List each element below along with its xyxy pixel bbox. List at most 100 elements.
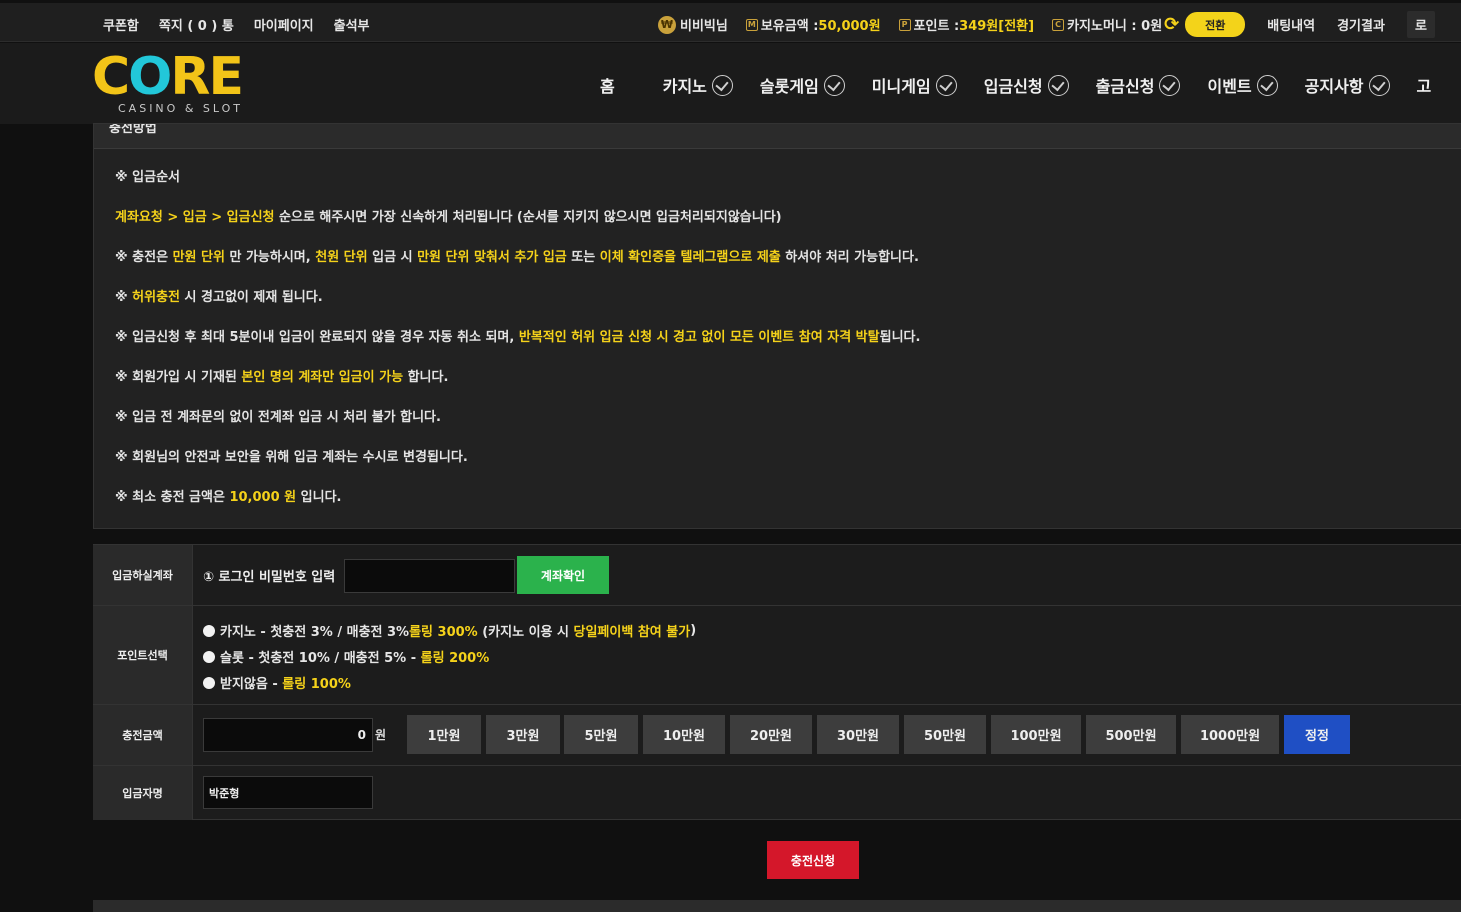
notice-text: ※ 충전은 (115, 250, 173, 265)
notice-line-5: ※ 입금신청 후 최대 5분이내 입금이 완료되지 않을 경우 자동 취소 되며… (115, 326, 920, 345)
refresh-icon[interactable]: ⟳ (1164, 14, 1179, 35)
nav-label: 출금신청 (1095, 77, 1155, 96)
depositor-row: 입금자명 (93, 766, 1461, 820)
mypage-link[interactable]: 마이페이지 (254, 15, 314, 34)
nav-label: 미니게임 (871, 77, 931, 96)
top-bar: 쿠폰함 쪽지 ( 0 ) 통 마이페이지 출석부 ₩ 비비빅님 M 보유금액 :… (0, 3, 1461, 42)
coin-icon: ₩ (658, 15, 676, 34)
password-input[interactable] (344, 559, 515, 593)
option-casino[interactable]: 카지노 - 첫충전 3% / 매충전 3% 롤링 300% (카지노 이용 시 … (203, 621, 696, 640)
depositor-input[interactable] (203, 776, 373, 809)
core-logo[interactable]: CORE CASINO & SLOT (92, 49, 254, 119)
nav-label: 입금신청 (983, 77, 1043, 96)
top-links: 쿠폰함 쪽지 ( 0 ) 통 마이페이지 출석부 (103, 15, 370, 34)
notice-text: 만원 단위 맞춰서 추가 입금 (417, 250, 567, 265)
nav-event[interactable]: 이벤트 (1207, 73, 1278, 97)
amount-input[interactable] (203, 718, 373, 752)
amount-1000man-button[interactable]: 1000만원 (1181, 715, 1279, 754)
nav-home[interactable]: 홈 (600, 73, 615, 97)
user-info: ₩ 비비빅님 (658, 15, 728, 34)
option-none[interactable]: 받지않음 - 롤링 100% (203, 673, 351, 692)
amount-label: 충전금액 (93, 705, 193, 765)
amount-row: 충전금액 원 1만원 3만원 5만원 10만원 20만원 30만원 50만원 1… (93, 705, 1461, 766)
notice-line-4: ※ 허위충전 시 경고없이 제재 됩니다. (115, 286, 323, 305)
nav-withdraw[interactable]: 출금신청 (1096, 73, 1181, 97)
notice-text: 또는 (566, 250, 600, 265)
table-header-strip (93, 900, 1461, 912)
bet-history-link[interactable]: 배팅내역 (1267, 15, 1315, 34)
account-content: ① 로그인 비밀번호 입력 계좌확인 (203, 545, 1453, 605)
option-text: 카지노 - 첫충전 3% / 매충전 3% (220, 625, 410, 640)
nav-label: 카지노 (662, 77, 707, 96)
notice-text: 이체 확인증을 텔레그램으로 제출 (599, 250, 781, 265)
depositor-content (203, 766, 1453, 820)
radio-button[interactable] (203, 624, 215, 637)
amount-100man-button[interactable]: 100만원 (991, 715, 1081, 754)
point-options: 카지노 - 첫충전 3% / 매충전 3% 롤링 300% (카지노 이용 시 … (203, 606, 1453, 704)
nav-deposit[interactable]: 입금신청 (984, 73, 1069, 97)
chevron-down-icon (935, 74, 957, 96)
amount-content: 원 1만원 3만원 5만원 10만원 20만원 30만원 50만원 100만원 … (203, 705, 1453, 765)
user-name: 비비빅님 (680, 19, 728, 34)
main-nav: 홈 카지노 슬롯게임 미니게임 입금신청 출금신청 이벤트 공지사항 고 (600, 73, 1431, 97)
nav-slot[interactable]: 슬롯게임 (760, 73, 845, 97)
radio-button[interactable] (203, 676, 215, 689)
point-value: 349원 (959, 19, 999, 34)
depositor-label: 입금자명 (93, 766, 193, 820)
point-label: 포인트 : (913, 19, 960, 34)
chevron-down-icon (1368, 74, 1390, 96)
notice-text: 합니다. (403, 370, 449, 385)
option-text: 당일페이백 참여 불가 (573, 625, 691, 640)
reset-button[interactable]: 정정 (1284, 715, 1350, 754)
amount-1man-button[interactable]: 1만원 (407, 715, 481, 754)
check-account-button[interactable]: 계좌확인 (517, 556, 609, 594)
point-convert-link[interactable]: [전환] (998, 15, 1034, 34)
nav-label: 이벤트 (1207, 77, 1252, 96)
option-slot[interactable]: 슬롯 - 첫충전 10% / 매충전 5% - 롤링 200% (203, 647, 489, 666)
amount-30man-button[interactable]: 30만원 (817, 715, 899, 754)
notice-text: ※ 회원가입 시 기재된 (115, 370, 242, 385)
amount-10man-button[interactable]: 10만원 (643, 715, 725, 754)
account-label: 입금하실계좌 (93, 545, 193, 605)
submit-deposit-button[interactable]: 충전신청 (767, 841, 859, 879)
notice-text: 계좌요청 > 입금 > 입금신청 (115, 210, 275, 225)
notice-line-8: ※ 회원님의 안전과 보안을 위해 입금 계좌는 수시로 변경됩니다. (115, 450, 468, 465)
nav-minigame[interactable]: 미니게임 (872, 73, 957, 97)
radio-button[interactable] (203, 650, 215, 663)
login-button[interactable]: 로 (1406, 11, 1435, 38)
chevron-down-icon (823, 74, 845, 96)
balance-label: 보유금액 : (760, 19, 819, 34)
attendance-link[interactable]: 출석부 (334, 15, 370, 34)
convert-button[interactable]: 전환 (1185, 12, 1246, 37)
account-status: ₩ 비비빅님 M 보유금액 : 50,000원 P 포인트 : 349원 [전환… (658, 11, 1435, 38)
message-link[interactable]: 쪽지 ( 0 ) 통 (159, 15, 234, 34)
amount-5man-button[interactable]: 5만원 (564, 715, 638, 754)
notice-line-9: ※ 최소 충전 금액은 10,000 원 입니다. (115, 486, 341, 505)
notice-text: ※ (115, 290, 133, 305)
nav-notice[interactable]: 공지사항 (1305, 73, 1390, 97)
amount-20man-button[interactable]: 20만원 (730, 715, 812, 754)
coupon-link[interactable]: 쿠폰함 (103, 15, 139, 34)
notice-line-6: ※ 회원가입 시 기재된 본인 명의 계좌만 입금이 가능 합니다. (115, 366, 448, 385)
option-text: ) (690, 623, 697, 638)
p-icon: P (898, 18, 911, 31)
notice-text: 천원 단위 (315, 250, 368, 265)
notice-line-1: ※ 입금순서 (115, 170, 181, 185)
point-info: P 포인트 : 349원 [전환] (898, 15, 1034, 34)
m-icon: M (745, 18, 758, 31)
notice-text: 반복적인 허위 입금 신청 시 경고 없이 모든 이벤트 참여 자격 박탈 (518, 330, 880, 345)
results-link[interactable]: 경기결과 (1337, 15, 1385, 34)
notice-text: ※ 최소 충전 금액은 (115, 490, 230, 505)
deposit-notice: 충전방법 ※ 입금순서 계좌요청 > 입금 > 입금신청 순으로 해주시면 가장… (93, 123, 1461, 529)
deposit-form: 입금하실계좌 ① 로그인 비밀번호 입력 계좌확인 포인트선택 카지노 - 첫충… (93, 544, 1461, 820)
amount-50man-button[interactable]: 50만원 (904, 715, 986, 754)
amount-3man-button[interactable]: 3만원 (486, 715, 560, 754)
nav-casino[interactable]: 카지노 (663, 73, 733, 97)
balance-value: 50,000원 (818, 19, 881, 34)
chevron-down-icon (1047, 74, 1069, 96)
nav-partial[interactable]: 고 (1417, 73, 1432, 97)
logo-text: CORE (92, 47, 244, 107)
option-text: 롤링 200% (420, 651, 490, 666)
casino-money-label: 카지노머니 : 0원 (1067, 19, 1163, 34)
amount-500man-button[interactable]: 500만원 (1086, 715, 1176, 754)
